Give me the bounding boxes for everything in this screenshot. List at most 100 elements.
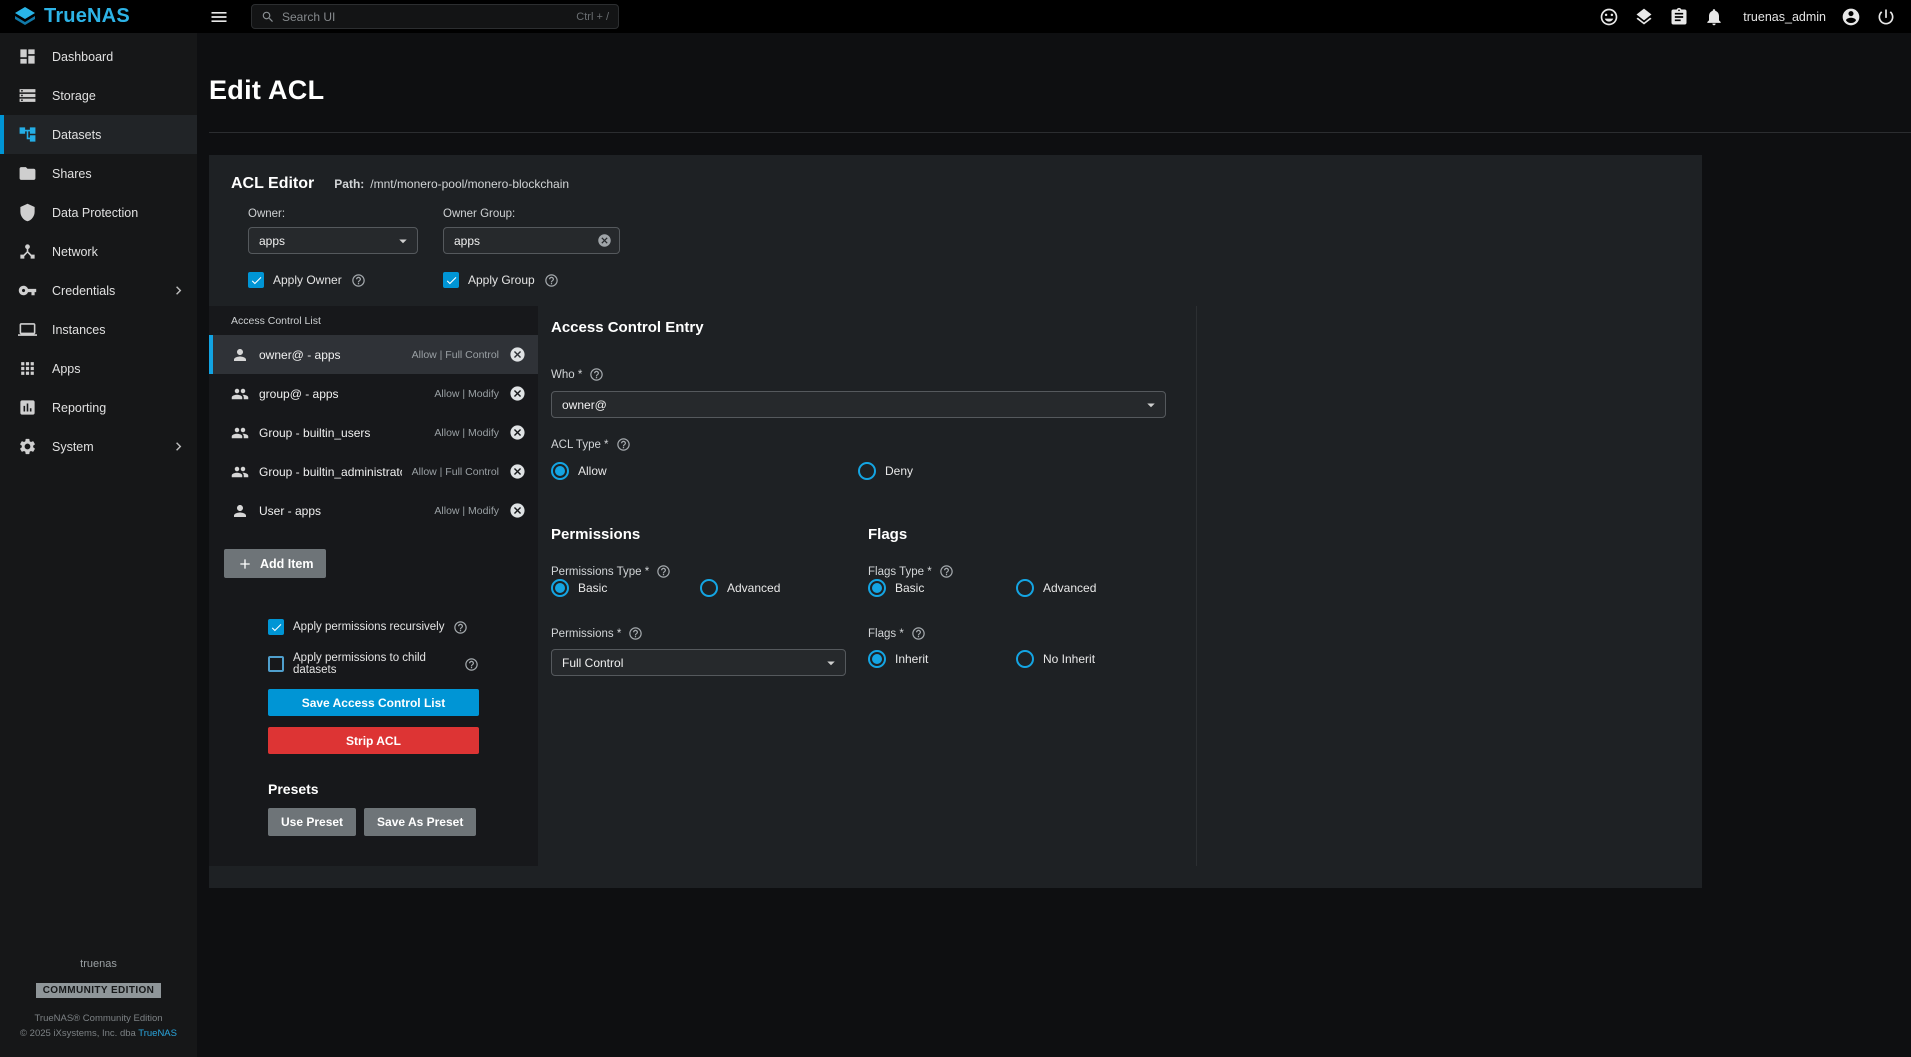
power-icon[interactable] [1876, 7, 1896, 27]
use-preset-button[interactable]: Use Preset [268, 808, 356, 836]
jobs-layers-icon[interactable] [1634, 7, 1654, 27]
help-icon[interactable] [939, 564, 954, 579]
permissions-type-basic-radio[interactable]: Basic [551, 579, 700, 597]
help-icon[interactable] [351, 273, 366, 288]
permissions-type-advanced-radio[interactable]: Advanced [700, 579, 780, 597]
remove-entry-icon[interactable] [509, 463, 526, 480]
help-icon[interactable] [628, 626, 643, 641]
acl-entry-permissions: Allow | Full Control [412, 349, 499, 361]
remove-entry-icon[interactable] [509, 346, 526, 363]
alerts-bell-icon[interactable] [1704, 7, 1724, 27]
menu-icon[interactable] [209, 7, 229, 27]
radio-icon [551, 462, 569, 480]
acl-entry-row[interactable]: User - apps Allow | Modify [209, 491, 538, 530]
feedback-smiley-icon[interactable] [1599, 7, 1619, 27]
sidebar-item-credentials[interactable]: Credentials [0, 271, 197, 310]
help-icon[interactable] [656, 564, 671, 579]
owner-select[interactable]: apps [248, 227, 418, 254]
sidebar-item-label: Data Protection [52, 206, 138, 220]
search-bar[interactable]: Ctrl + / [251, 4, 619, 29]
apply-to-child-datasets-checkbox[interactable] [268, 656, 284, 672]
sidebar-item-data-protection[interactable]: Data Protection [0, 193, 197, 232]
acl-type-deny-radio[interactable]: Deny [858, 462, 913, 480]
sidebar-item-reporting[interactable]: Reporting [0, 388, 197, 427]
hostname-label: truenas [0, 958, 197, 970]
sidebar-item-system[interactable]: System [0, 427, 197, 466]
owner-group-field[interactable] [443, 227, 620, 254]
truenas-logo[interactable]: TrueNAS [0, 5, 197, 29]
permissions-select[interactable]: Full Control [551, 649, 846, 676]
clear-icon[interactable] [597, 233, 612, 248]
sidebar-item-shares[interactable]: Shares [0, 154, 197, 193]
truenas-logo-icon [13, 5, 37, 29]
remove-entry-icon[interactable] [509, 424, 526, 441]
sidebar-item-label: Instances [52, 323, 106, 337]
main-content: Edit ACL ACL Editor Path: /mnt/monero-po… [197, 33, 1911, 1057]
radio-icon [868, 650, 886, 668]
flags-type-advanced-radio[interactable]: Advanced [1016, 579, 1096, 597]
apply-owner-row[interactable]: Apply Owner [248, 272, 443, 288]
flags-label: Flags * [868, 628, 904, 640]
help-icon[interactable] [616, 437, 631, 452]
truenas-link[interactable]: TrueNAS [138, 1028, 177, 1039]
owner-select-value: apps [259, 234, 394, 248]
help-icon[interactable] [464, 657, 479, 672]
chevron-right-icon [170, 282, 187, 299]
remove-entry-icon[interactable] [509, 385, 526, 402]
owner-group-input[interactable] [454, 234, 597, 248]
apply-group-row[interactable]: Apply Group [443, 272, 559, 288]
apps-grid-icon [18, 359, 37, 378]
owner-label: Owner: [248, 208, 443, 220]
sidebar-item-instances[interactable]: Instances [0, 310, 197, 349]
search-input[interactable] [282, 10, 569, 24]
chevron-right-icon [170, 438, 187, 455]
help-icon[interactable] [911, 626, 926, 641]
sidebar-item-dashboard[interactable]: Dashboard [0, 37, 197, 76]
sidebar-item-datasets[interactable]: Datasets [0, 115, 197, 154]
acl-entry-row[interactable]: Group - builtin_administrators Allow | F… [209, 452, 538, 491]
sidebar-item-apps[interactable]: Apps [0, 349, 197, 388]
strip-acl-button[interactable]: Strip ACL [268, 727, 479, 754]
help-icon[interactable] [453, 620, 468, 635]
entry-title: Access Control Entry [551, 319, 1196, 336]
acl-entry-row[interactable]: owner@ - apps Allow | Full Control [209, 335, 538, 374]
shield-icon [18, 203, 37, 222]
flags-no-inherit-radio[interactable]: No Inherit [1016, 650, 1095, 668]
who-select[interactable]: owner@ [551, 391, 1166, 418]
remove-entry-icon[interactable] [509, 502, 526, 519]
add-item-button[interactable]: Add Item [224, 549, 326, 578]
page-title: Edit ACL [209, 75, 1911, 106]
chevron-down-icon [394, 232, 412, 250]
sidebar-item-label: Credentials [52, 284, 115, 298]
apply-recursively-row[interactable]: Apply permissions recursively [268, 619, 479, 635]
acl-entry-row[interactable]: group@ - apps Allow | Modify [209, 374, 538, 413]
flags-type-basic-radio[interactable]: Basic [868, 579, 1016, 597]
sidebar-item-network[interactable]: Network [0, 232, 197, 271]
acl-type-allow-radio[interactable]: Allow [551, 462, 858, 480]
sidebar-item-label: Shares [52, 167, 92, 181]
sidebar-item-label: Dashboard [52, 50, 113, 64]
radio-icon [1016, 650, 1034, 668]
save-as-preset-button[interactable]: Save As Preset [364, 808, 476, 836]
acl-editor-card: ACL Editor Path: /mnt/monero-pool/monero… [209, 155, 1702, 888]
acl-entry-row[interactable]: Group - builtin_users Allow | Modify [209, 413, 538, 452]
permissions-label: Permissions * [551, 628, 621, 640]
acl-entry-permissions: Allow | Modify [434, 427, 499, 439]
sidebar-item-label: Network [52, 245, 98, 259]
acl-entry-who: Group - builtin_administrators [259, 465, 402, 479]
help-icon[interactable] [544, 273, 559, 288]
checklist-clipboard-icon[interactable] [1669, 7, 1689, 27]
user-account-icon[interactable] [1841, 7, 1861, 27]
flags-inherit-radio[interactable]: Inherit [868, 650, 1016, 668]
sidebar-item-storage[interactable]: Storage [0, 76, 197, 115]
apply-group-checkbox[interactable] [443, 272, 459, 288]
acl-entry-permissions: Allow | Modify [434, 388, 499, 400]
logged-in-username: truenas_admin [1743, 10, 1826, 24]
logo-wordmark: TrueNAS [44, 5, 130, 28]
radio-icon [1016, 579, 1034, 597]
help-icon[interactable] [589, 367, 604, 382]
apply-owner-checkbox[interactable] [248, 272, 264, 288]
save-access-control-list-button[interactable]: Save Access Control List [268, 689, 479, 716]
apply-to-child-datasets-row[interactable]: Apply permissions to child datasets [268, 652, 479, 676]
apply-recursively-checkbox[interactable] [268, 619, 284, 635]
